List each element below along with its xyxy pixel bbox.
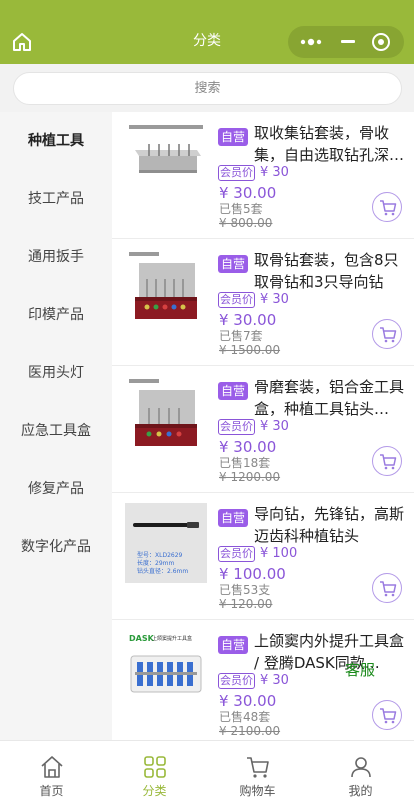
sidebar-item-digital-products[interactable]: 数字化产品 — [0, 518, 112, 576]
original-price: ¥ 2100.00 — [219, 724, 281, 738]
cart-icon — [380, 708, 397, 724]
product-image — [125, 122, 207, 202]
sidebar-item-impression-products[interactable]: 印模产品 — [0, 286, 112, 344]
self-operated-tag: 自营 — [218, 255, 248, 273]
product-name[interactable]: 取骨钻套装，包含8只取骨钻和3只导向钻 — [254, 249, 406, 293]
original-price: ¥ 120.00 — [219, 597, 273, 611]
original-price: ¥ 1200.00 — [219, 470, 281, 484]
tab-category[interactable]: 分类 — [103, 741, 206, 800]
sidebar-item-restoration-products[interactable]: 修复产品 — [0, 460, 112, 518]
product-image — [125, 249, 207, 329]
add-to-cart-button[interactable] — [372, 573, 402, 603]
image-caption: 钻头直径：2.6mm — [137, 568, 189, 575]
add-to-cart-button[interactable] — [372, 700, 402, 730]
cart-icon — [380, 454, 397, 470]
customer-service-button[interactable]: 客服 — [345, 660, 375, 680]
product-card[interactable]: 自营 取骨钻套装，包含8只取骨钻和3只导向钻 会员价 ¥ 30 ¥ 30.00 … — [112, 239, 414, 366]
search-input[interactable]: 搜索 — [13, 72, 402, 105]
member-price: ¥ 30 — [260, 292, 289, 307]
member-price-badge: 会员价 — [218, 419, 255, 435]
more-icon[interactable] — [300, 36, 322, 48]
sidebar-item-universal-wrench[interactable]: 通用扳手 — [0, 228, 112, 286]
image-caption: 上颌窦提升工具盒 — [152, 636, 193, 642]
tab-label: 我的 — [348, 784, 373, 798]
bottom-tab-bar: 首页 分类 购物车 我的 — [0, 740, 414, 800]
product-price: ¥ 30.00 — [219, 692, 277, 710]
product-name[interactable]: 骨磨套装，铝合金工具盒，种植工具钻头… — [254, 376, 406, 420]
sold-count: 已售7套 — [219, 329, 263, 343]
close-target-icon[interactable] — [372, 33, 390, 51]
member-price: ¥ 100 — [260, 546, 298, 561]
tab-label: 分类 — [142, 784, 167, 798]
product-name[interactable]: 导向钻，先锋钻，高斯迈齿科种植钻头 — [254, 503, 406, 547]
sidebar-item-implant-tools[interactable]: 种植工具 — [0, 112, 112, 170]
tab-home[interactable]: 首页 — [0, 741, 103, 800]
add-to-cart-button[interactable] — [372, 319, 402, 349]
sidebar-item-emergency-toolbox[interactable]: 应急工具盒 — [0, 402, 112, 460]
tab-me[interactable]: 我的 — [309, 741, 412, 800]
top-nav-bar: 分类 — [0, 0, 414, 64]
product-price: ¥ 30.00 — [219, 438, 277, 456]
add-to-cart-button[interactable] — [372, 446, 402, 476]
member-price-badge: 会员价 — [218, 292, 255, 308]
product-image: 型号：XLD2629 长度：29mm 钻头直径：2.6mm — [125, 503, 207, 583]
tab-cart[interactable]: 购物车 — [206, 741, 309, 800]
sidebar-item-medical-headlamp[interactable]: 医用头灯 — [0, 344, 112, 402]
product-card[interactable]: 自营 骨磨套装，铝合金工具盒，种植工具钻头… 会员价 ¥ 30 ¥ 30.00 … — [112, 366, 414, 493]
sold-count: 已售53支 — [219, 583, 271, 597]
product-card[interactable]: DASK 上颌窦提升工具盒 自营 上颌窦内外提升工具盒 / 登腾DASK同款… … — [112, 620, 414, 740]
image-brand-text: DASK — [129, 634, 154, 643]
category-sidebar: 种植工具 技工产品 通用扳手 印模产品 医用头灯 应急工具盒 修复产品 数字化产… — [0, 112, 112, 740]
sold-count: 已售18套 — [219, 456, 271, 470]
product-card[interactable]: 自营 取收集钻套装，骨收集，自由选取钻孔深… 会员价 ¥ 30 ¥ 30.00 … — [112, 112, 414, 239]
cart-icon — [380, 327, 397, 343]
cart-icon — [380, 200, 397, 216]
user-icon — [351, 757, 371, 778]
product-price: ¥ 30.00 — [219, 184, 277, 202]
product-image: DASK 上颌窦提升工具盒 — [125, 630, 207, 710]
original-price: ¥ 800.00 — [219, 216, 273, 230]
product-price: ¥ 30.00 — [219, 311, 277, 329]
member-price-badge: 会员价 — [218, 673, 255, 689]
home-icon — [41, 756, 63, 778]
member-price-badge: 会员价 — [218, 546, 255, 562]
category-grid-icon — [144, 756, 166, 778]
tab-label: 购物车 — [239, 784, 276, 798]
minimize-icon[interactable] — [341, 40, 355, 43]
member-price-badge: 会员价 — [218, 165, 255, 181]
member-price: ¥ 30 — [260, 419, 289, 434]
self-operated-tag: 自营 — [218, 636, 248, 654]
cart-icon — [380, 581, 397, 597]
mini-program-capsule — [288, 26, 404, 58]
product-card[interactable]: 型号：XLD2629 长度：29mm 钻头直径：2.6mm 自营 导向钻，先锋钻… — [112, 493, 414, 620]
cart-icon — [247, 757, 269, 778]
sidebar-item-lab-products[interactable]: 技工产品 — [0, 170, 112, 228]
image-caption: 型号：XLD2629 — [137, 552, 183, 559]
product-name[interactable]: 取收集钻套装，骨收集，自由选取钻孔深… — [254, 122, 406, 166]
image-caption: 长度：29mm — [137, 560, 175, 567]
self-operated-tag: 自营 — [218, 509, 248, 527]
sold-count: 已售48套 — [219, 710, 271, 724]
self-operated-tag: 自营 — [218, 382, 248, 400]
add-to-cart-button[interactable] — [372, 192, 402, 222]
product-name[interactable]: 上颌窦内外提升工具盒 / 登腾DASK同款… — [254, 630, 406, 674]
original-price: ¥ 1500.00 — [219, 343, 281, 357]
member-price: ¥ 30 — [260, 165, 289, 180]
self-operated-tag: 自营 — [218, 128, 248, 146]
product-price: ¥ 100.00 — [219, 565, 286, 583]
tab-label: 首页 — [39, 784, 64, 798]
product-list: 自营 取收集钻套装，骨收集，自由选取钻孔深… 会员价 ¥ 30 ¥ 30.00 … — [112, 112, 414, 740]
search-bar: 搜索 — [0, 64, 414, 112]
sold-count: 已售5套 — [219, 202, 263, 216]
member-price: ¥ 30 — [260, 673, 289, 688]
product-image — [125, 376, 207, 456]
